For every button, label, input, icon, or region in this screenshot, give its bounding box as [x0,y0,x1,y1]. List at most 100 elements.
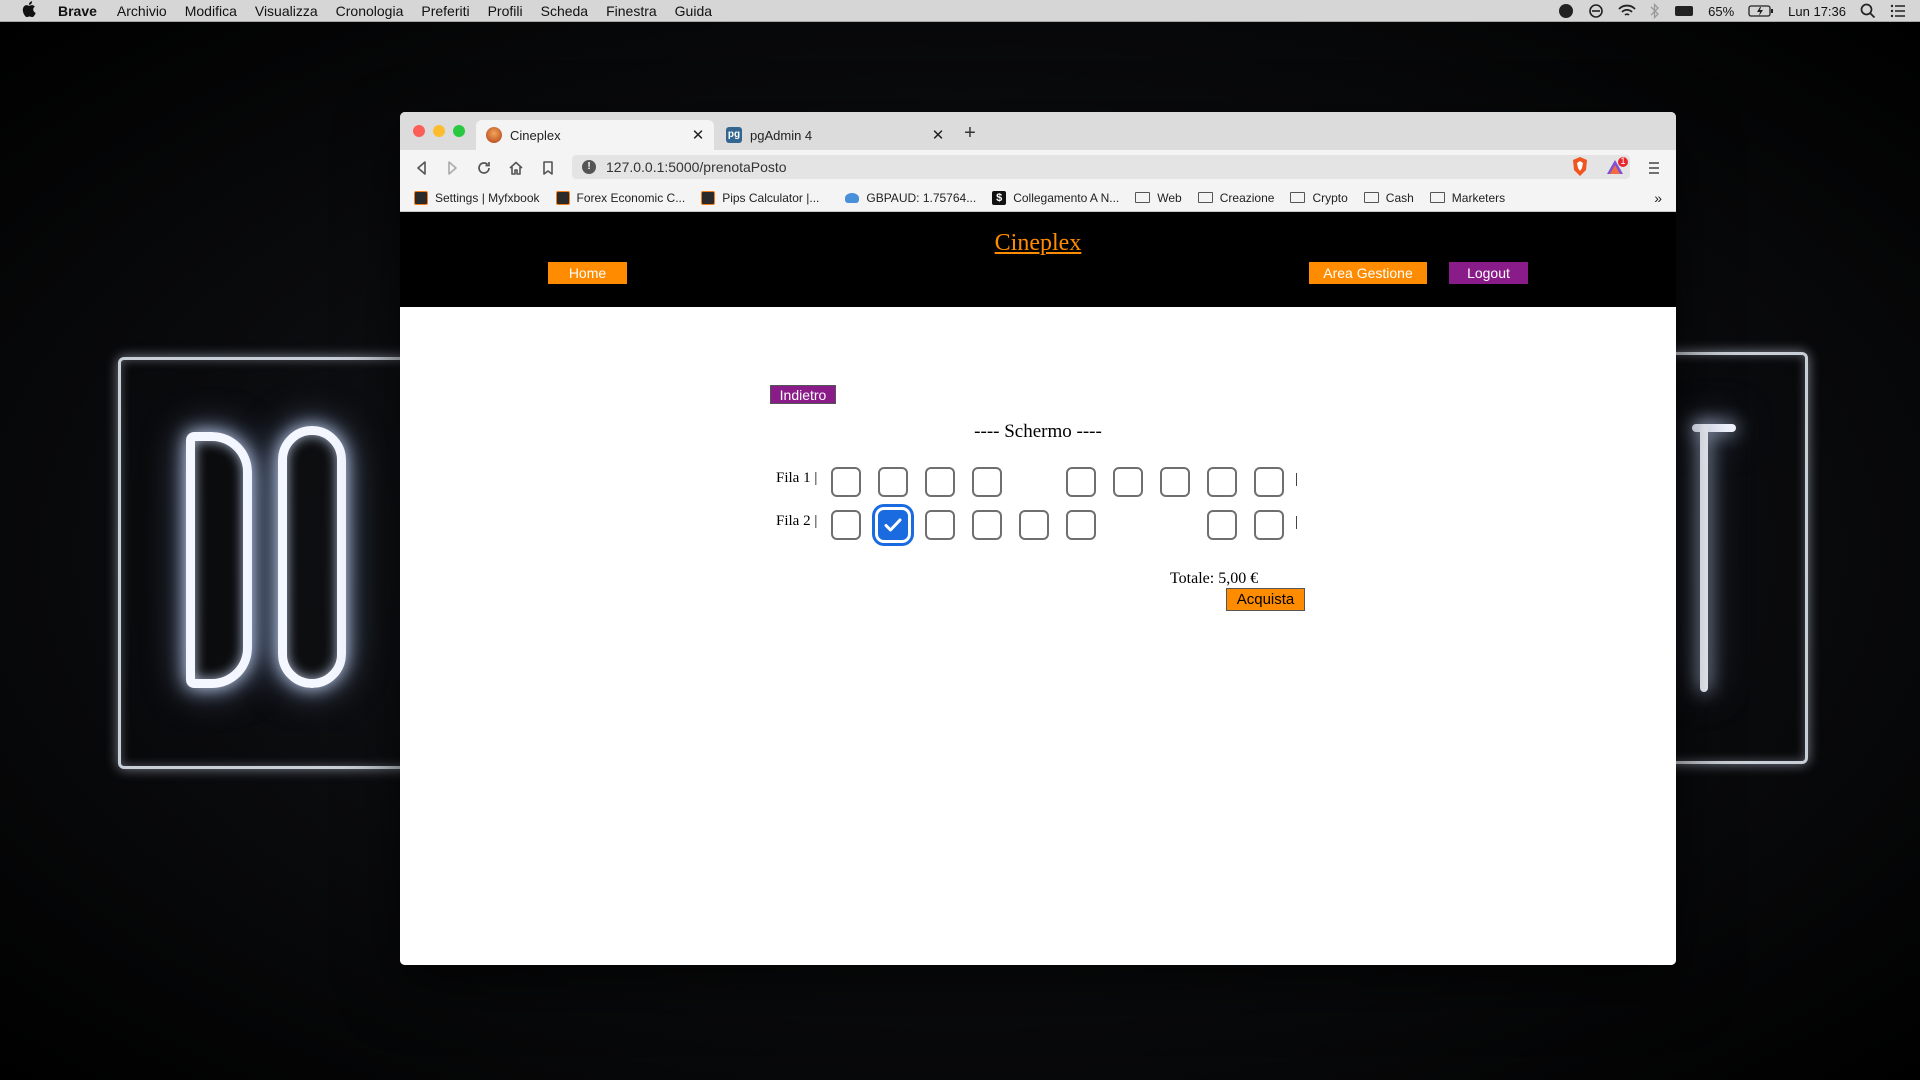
bookmark-folder-cash[interactable]: Cash [1363,191,1414,205]
site-title-link[interactable]: Cineplex [400,230,1676,257]
address-bar[interactable]: ! 127.0.0.1:5000/prenotaPosto [572,155,1630,179]
seat-1-1[interactable] [831,467,861,497]
wifi-icon[interactable] [1618,4,1636,18]
maximize-window-button[interactable] [453,125,465,137]
row-end-marker: | [1295,514,1299,530]
menu-modifica[interactable]: Modifica [185,3,237,19]
brave-rewards-icon[interactable]: 1 [1604,156,1630,176]
menu-scheda[interactable]: Scheda [541,3,588,19]
folder-icon [1197,192,1213,203]
tab-pgadmin[interactable]: pg pgAdmin 4 ✕ [716,120,954,150]
menu-preferiti[interactable]: Preferiti [421,3,469,19]
tab-title: Cineplex [510,127,561,143]
close-icon[interactable]: ✕ [688,126,708,144]
tab-title: pgAdmin 4 [750,127,813,143]
acquista-button[interactable]: Acquista [1226,588,1305,611]
seat-2-5[interactable] [1019,510,1049,540]
bookmark-icon[interactable] [538,158,558,178]
tab-cineplex[interactable]: Cineplex ✕ [476,120,714,150]
bookmarks-overflow-button[interactable]: » [1654,190,1662,206]
indietro-button[interactable]: Indietro [770,385,836,404]
forward-icon[interactable] [442,158,462,178]
seat-2-2[interactable] [878,510,908,540]
seat-2-1[interactable] [831,510,861,540]
seat-1-2[interactable] [878,467,908,497]
evernote-icon[interactable] [1558,3,1574,19]
close-window-button[interactable] [413,125,425,137]
bookmark-folder-web[interactable]: Web [1135,191,1182,205]
url-text[interactable]: 127.0.0.1:5000/prenotaPosto [606,159,787,175]
bookmark-folder-creazione[interactable]: Creazione [1197,191,1274,205]
seat-2-9[interactable] [1207,510,1237,540]
checkmark-icon [884,518,902,532]
screen-label: ---- Schermo ---- [974,421,1102,442]
new-tab-button[interactable]: + [960,123,980,144]
site-header: Cineplex Home Area Gestione Logout [400,212,1676,307]
back-icon[interactable] [412,158,432,178]
minimize-window-button[interactable] [433,125,445,137]
home-icon[interactable] [506,158,526,178]
seat-1-4[interactable] [972,467,1002,497]
menu-app-name[interactable]: Brave [58,3,97,19]
bookmark-gbpaud[interactable]: GBPAUD: 1.75764... [845,191,976,205]
keyboard-icon[interactable] [1674,4,1694,18]
neon-stem-right [1700,424,1708,692]
notification-center-icon[interactable] [1890,4,1906,18]
reload-icon[interactable] [474,158,494,178]
info-icon[interactable]: ! [582,160,596,174]
bookmarks-bar: Settings | Myfxbook Forex Economic C... … [400,184,1676,212]
battery-icon[interactable] [1748,4,1774,18]
seat-2-6[interactable] [1066,510,1096,540]
row-end-marker: | [1295,471,1299,487]
cineplex-favicon [486,127,502,143]
sync-icon[interactable] [1588,3,1604,19]
seat-1-8[interactable] [1160,467,1190,497]
apple-icon[interactable] [20,0,38,21]
bookmark-forex-calendar[interactable]: Forex Economic C... [555,190,685,205]
row-label: Fila 1 | [776,470,818,486]
seat-2-3[interactable] [925,510,955,540]
neon-letter-d [186,432,252,688]
bookmark-folder-marketers[interactable]: Marketers [1429,191,1505,205]
menu-bar: Brave Archivio Modifica Visualizza Crono… [0,0,1920,22]
browser-toolbar: ! 127.0.0.1:5000/prenotaPosto 1 [400,150,1676,184]
area-gestione-button[interactable]: Area Gestione [1309,262,1427,284]
menu-guida[interactable]: Guida [675,3,712,19]
bookmark-collegamento[interactable]: $ Collegamento A N... [992,190,1119,205]
seat-2-4[interactable] [972,510,1002,540]
bluetooth-icon[interactable] [1650,3,1660,19]
browser-window: Cineplex ✕ pg pgAdmin 4 ✕ + ! 127.0.0.1:… [400,112,1676,965]
clock[interactable]: Lun 17:36 [1788,4,1846,19]
brave-shields-icon[interactable] [1570,156,1590,176]
seat-1-10[interactable] [1254,467,1284,497]
menu-icon[interactable] [1644,158,1664,178]
bookmark-pips-calculator[interactable]: Pips Calculator |... [701,190,819,205]
home-button[interactable]: Home [548,262,627,284]
folder-icon [1363,192,1379,203]
notification-badge: 1 [1620,156,1626,166]
seat-1-7[interactable] [1113,467,1143,497]
myfxbook-icon [414,190,428,205]
tab-strip: Cineplex ✕ pg pgAdmin 4 ✕ + [400,112,1676,150]
seat-1-6[interactable] [1066,467,1096,497]
menu-visualizza[interactable]: Visualizza [255,3,318,19]
seat-1-9[interactable] [1207,467,1237,497]
row-label: Fila 2 | [776,513,818,529]
seat-1-3[interactable] [925,467,955,497]
close-icon[interactable]: ✕ [928,126,948,144]
myfxbook-icon [555,190,570,205]
menu-profili[interactable]: Profili [488,3,523,19]
battery-percent[interactable]: 65% [1708,4,1734,19]
bookmark-folder-crypto[interactable]: Crypto [1290,191,1348,205]
menu-finestra[interactable]: Finestra [606,3,657,19]
seat-2-10[interactable] [1254,510,1284,540]
page-content: Cineplex Home Area Gestione Logout Indie… [400,212,1676,965]
menu-archivio[interactable]: Archivio [117,3,167,19]
bookmark-myfxbook-settings[interactable]: Settings | Myfxbook [414,190,540,205]
total-price: Totale: 5,00 € [1170,570,1259,587]
neon-letter-o [278,426,346,688]
pgadmin-favicon: pg [726,127,742,143]
menu-cronologia[interactable]: Cronologia [336,3,404,19]
logout-button[interactable]: Logout [1449,262,1528,284]
spotlight-icon[interactable] [1860,3,1876,19]
